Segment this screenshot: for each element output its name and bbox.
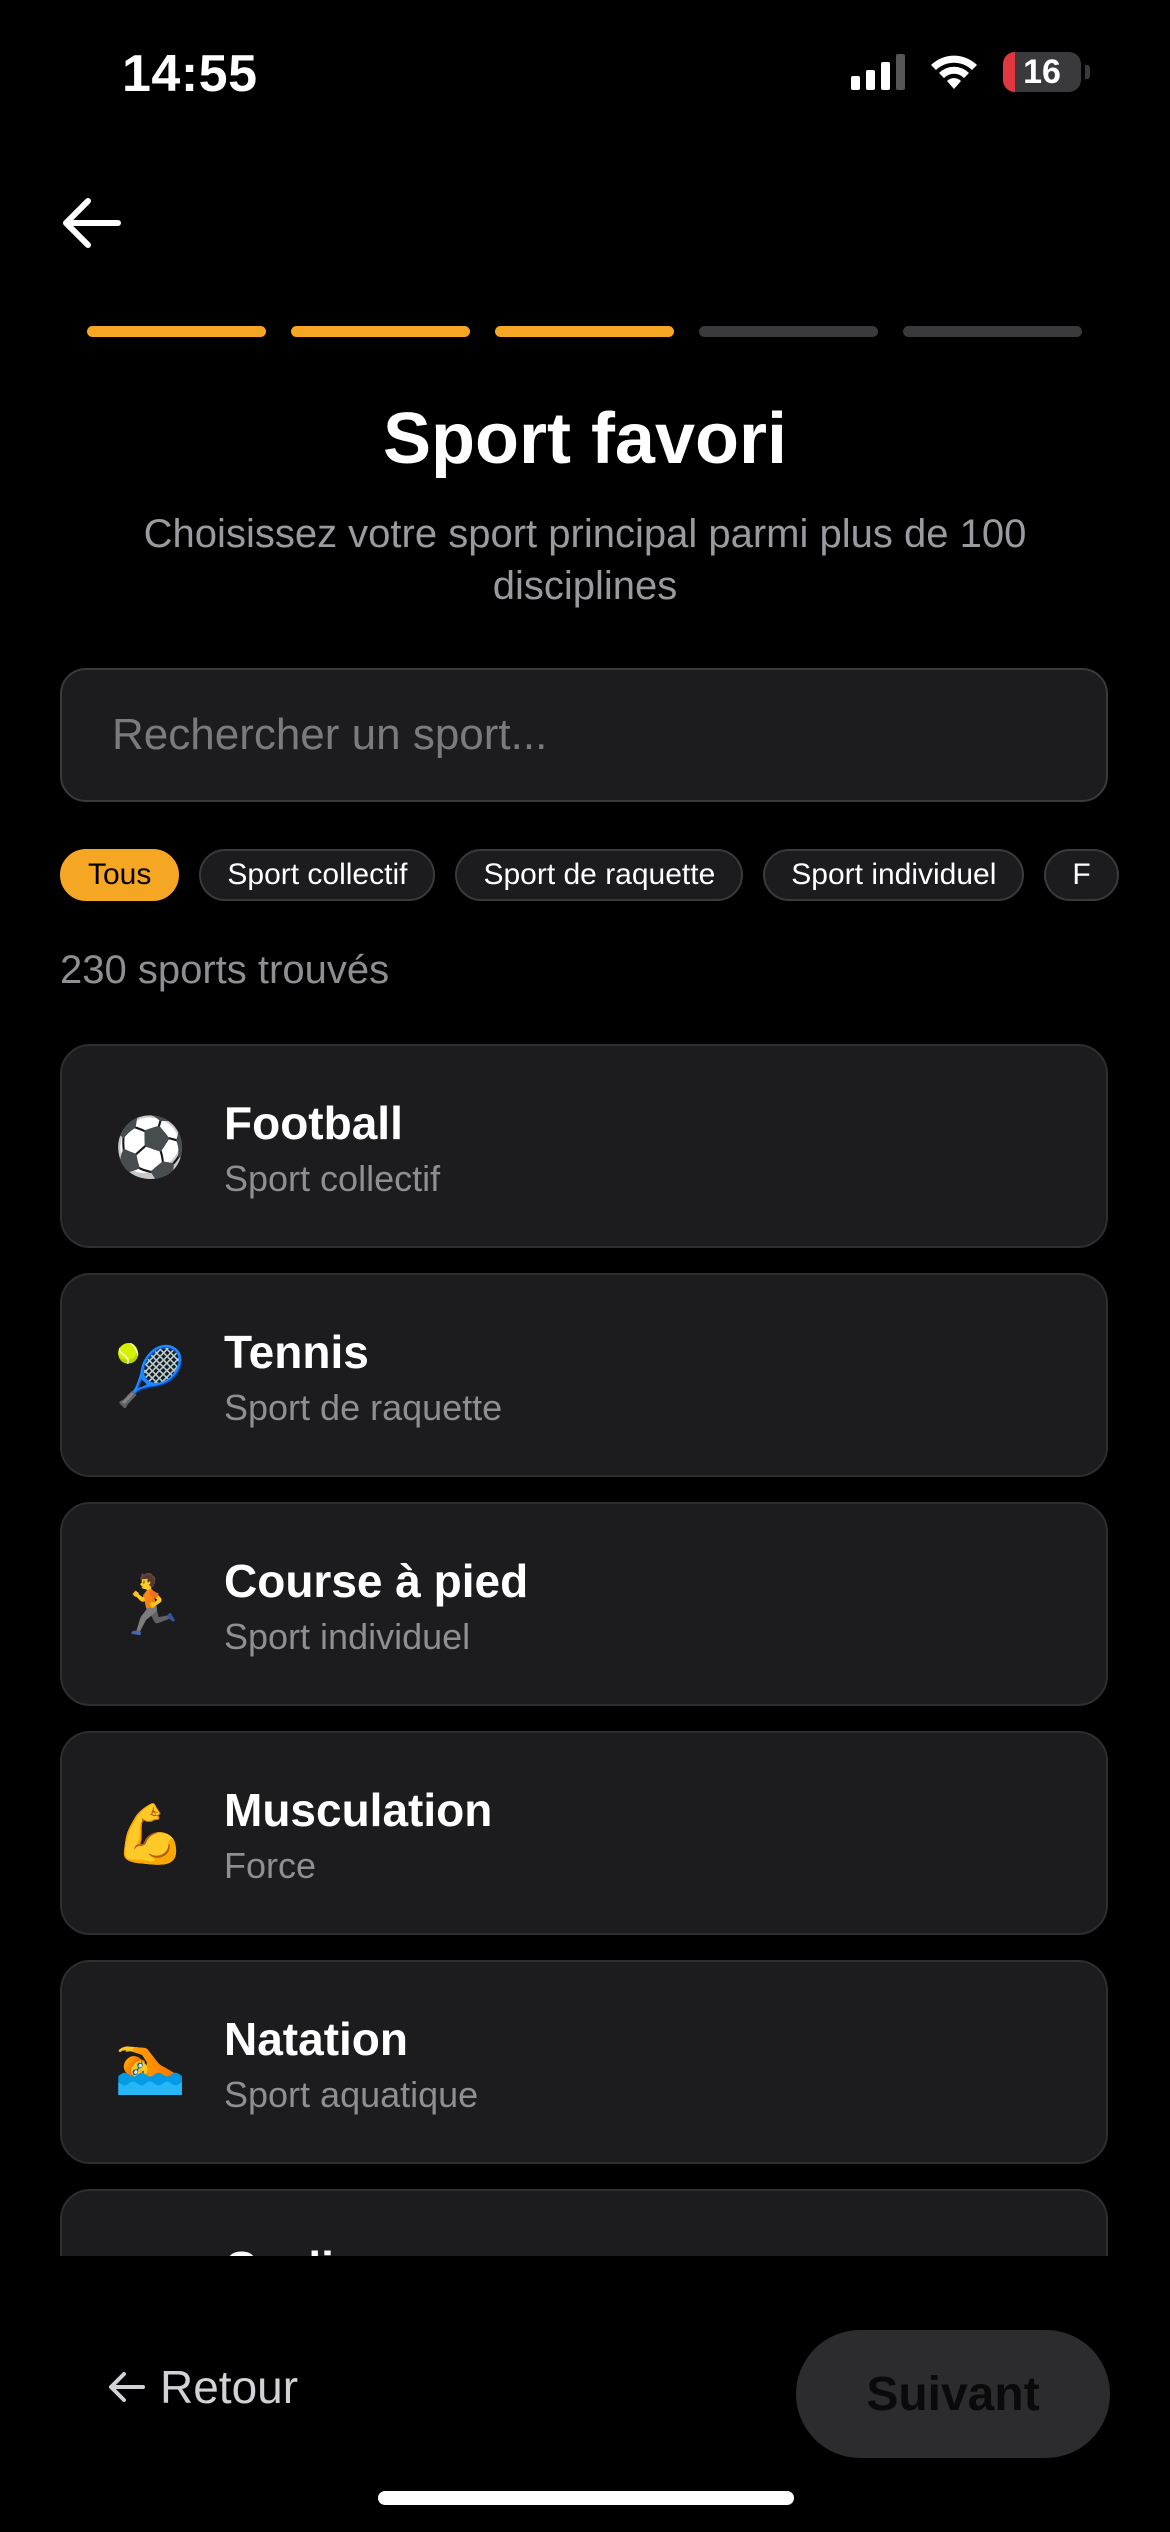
battery-tip bbox=[1085, 65, 1090, 79]
sport-icon: 🏊 bbox=[114, 2029, 187, 2097]
sport-name: Tennis bbox=[224, 1326, 369, 1378]
progress-segment bbox=[903, 326, 1082, 337]
results-count: 230 sports trouvés bbox=[60, 948, 390, 992]
status-icons: 16 bbox=[851, 52, 1090, 92]
sport-category: Sport aquatique bbox=[224, 2074, 479, 2115]
back-button-label: Retour bbox=[160, 2361, 299, 2413]
page-subtitle: Choisissez votre sport principal parmi p… bbox=[143, 512, 1027, 608]
cellular-signal-icon bbox=[851, 54, 905, 90]
progress-segment bbox=[495, 326, 674, 337]
sport-category: Sport collectif bbox=[224, 1158, 441, 1199]
home-indicator bbox=[378, 2491, 794, 2505]
sport-name: Musculation bbox=[224, 1784, 493, 1836]
battery-icon: 16 bbox=[1003, 52, 1081, 92]
search-box[interactable] bbox=[60, 668, 1108, 802]
sport-name: Course à pied bbox=[224, 1555, 529, 1607]
sport-category: Sport de raquette bbox=[224, 1387, 503, 1428]
filter-chip[interactable]: Sport individuel bbox=[763, 849, 1025, 901]
next-button[interactable]: Suivant bbox=[796, 2330, 1110, 2458]
sport-category: Sport individuel bbox=[224, 1616, 471, 1657]
status-time: 14:55 bbox=[122, 45, 258, 103]
sport-icon: ⚽ bbox=[114, 1113, 187, 1181]
search-input[interactable] bbox=[62, 670, 1106, 800]
page-title: Sport favori bbox=[382, 399, 788, 479]
filter-chip[interactable]: Tous bbox=[60, 849, 180, 901]
sport-name: Football bbox=[224, 1097, 403, 1149]
sports-list: ⚽ Football Sport collectif 🎾 Tennis Sport de … bbox=[0, 1044, 1170, 2256]
sport-name: Cyclisme bbox=[224, 2241, 426, 2256]
sport-icon: 💪 bbox=[114, 1800, 187, 1868]
filter-chip[interactable]: F bbox=[1044, 849, 1119, 901]
progress-segment bbox=[291, 326, 470, 337]
sport-card[interactable]: 🏊 Natation Sport aquatique bbox=[60, 1960, 1108, 2164]
wifi-icon bbox=[929, 53, 979, 91]
filter-chip[interactable]: Sport collectif bbox=[199, 849, 436, 901]
progress-segment bbox=[699, 326, 878, 337]
step-progress bbox=[87, 326, 1082, 337]
back-arrow-icon[interactable] bbox=[62, 196, 122, 250]
filter-chip[interactable]: Sport de raquette bbox=[455, 849, 744, 901]
progress-segment bbox=[87, 326, 266, 337]
sport-category: Force bbox=[224, 1845, 317, 1886]
sport-card[interactable]: 🎾 Tennis Sport de raquette bbox=[60, 1273, 1108, 1477]
arrow-left-icon bbox=[109, 2372, 145, 2402]
back-button[interactable]: Retour bbox=[108, 2360, 298, 2414]
sport-icon: 🎾 bbox=[114, 1342, 187, 1410]
sport-card[interactable]: ⚽ Football Sport collectif bbox=[60, 1044, 1108, 1248]
battery-percentage: 16 bbox=[1023, 52, 1061, 91]
sport-icon: 🏃 bbox=[114, 1571, 187, 1639]
sport-card[interactable]: 🚴Cyclisme bbox=[60, 2189, 1108, 2256]
sport-card[interactable]: 🏃 Course à pied Sport individuel bbox=[60, 1502, 1108, 1706]
filter-chips: Tous Sport collectif Sport de raquette Spor… bbox=[60, 849, 1119, 901]
sport-name: Natation bbox=[224, 2013, 408, 2065]
sport-card[interactable]: 💪 Musculation Force bbox=[60, 1731, 1108, 1935]
